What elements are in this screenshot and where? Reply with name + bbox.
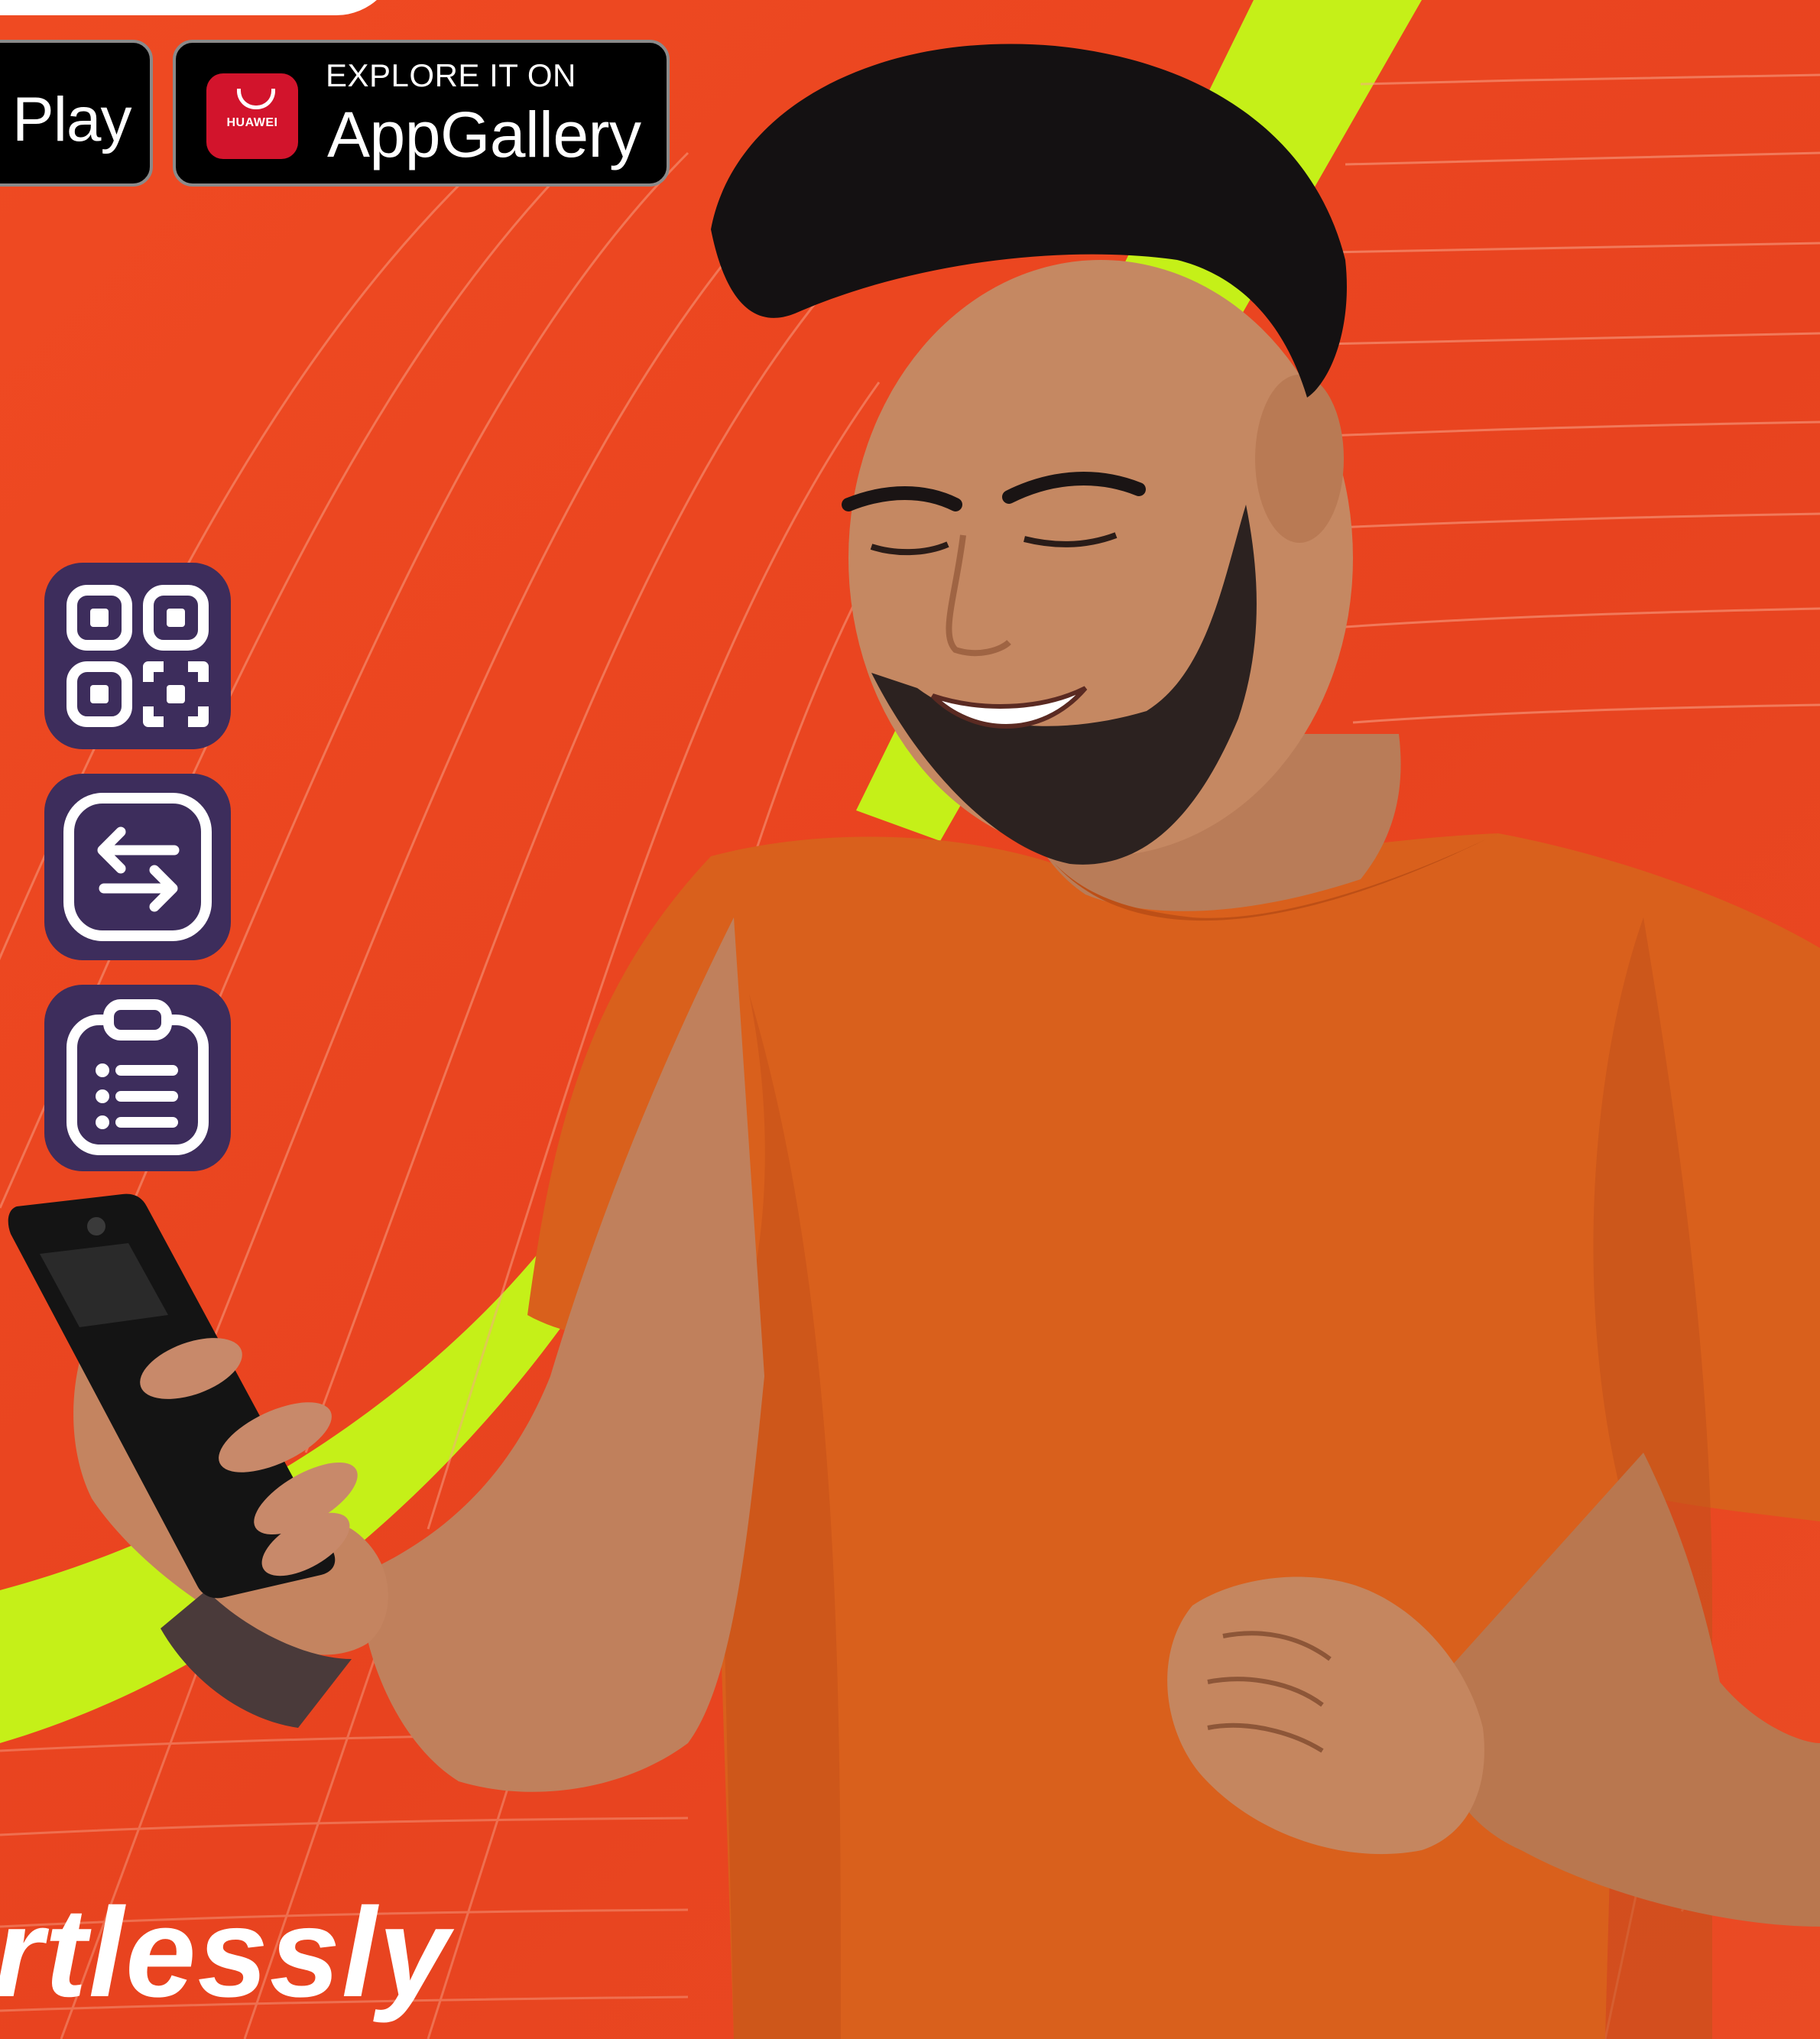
hero-tagline: rtlessly [0, 1882, 451, 2024]
promo-banner: Play HUAWEI EXPLORE IT ON AppGallery rtl… [0, 0, 1820, 2039]
hero-person-image [8, 44, 1820, 2039]
